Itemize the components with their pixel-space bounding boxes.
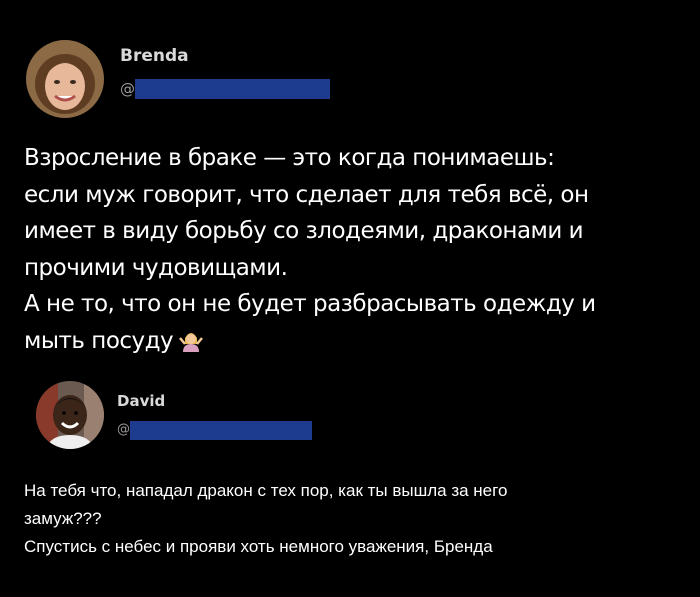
- at-sign: @: [117, 422, 130, 437]
- text-line: Спустись с небес и прояви хоть немного у…: [24, 537, 493, 556]
- author-name[interactable]: David: [117, 392, 165, 410]
- text-line: Взросление в браке — это когда понимаешь…: [24, 145, 555, 171]
- text-line: замуж???: [24, 509, 102, 528]
- man-avatar-icon: [36, 381, 104, 449]
- text-line-last: мыть посуду: [24, 323, 596, 364]
- brenda-avatar[interactable]: [26, 40, 104, 118]
- redacted-handle: [135, 79, 330, 99]
- woman-avatar-icon: [26, 40, 104, 118]
- post-text: На тебя что, нападал дракон с тех пор, к…: [24, 477, 507, 561]
- redacted-handle: [130, 421, 312, 440]
- text-line: имеет в виду борьбу со злодеями, дракона…: [24, 218, 584, 244]
- post-text: Взросление в браке — это когда понимаешь…: [24, 140, 596, 363]
- david-avatar[interactable]: [36, 381, 104, 449]
- text-line: прочими чудовищами.: [24, 254, 288, 281]
- text-line: если муж говорит, что сделает для тебя в…: [24, 181, 589, 208]
- author-name[interactable]: Brenda: [120, 46, 189, 66]
- text-line: А не то, что он не будет разбрасывать од…: [24, 291, 596, 317]
- at-sign: @: [120, 80, 135, 98]
- text-line: мыть посуду: [24, 327, 174, 354]
- shrugging-woman-emoji-icon: [179, 327, 204, 364]
- text-line: На тебя что, нападал дракон с тех пор, к…: [24, 481, 508, 500]
